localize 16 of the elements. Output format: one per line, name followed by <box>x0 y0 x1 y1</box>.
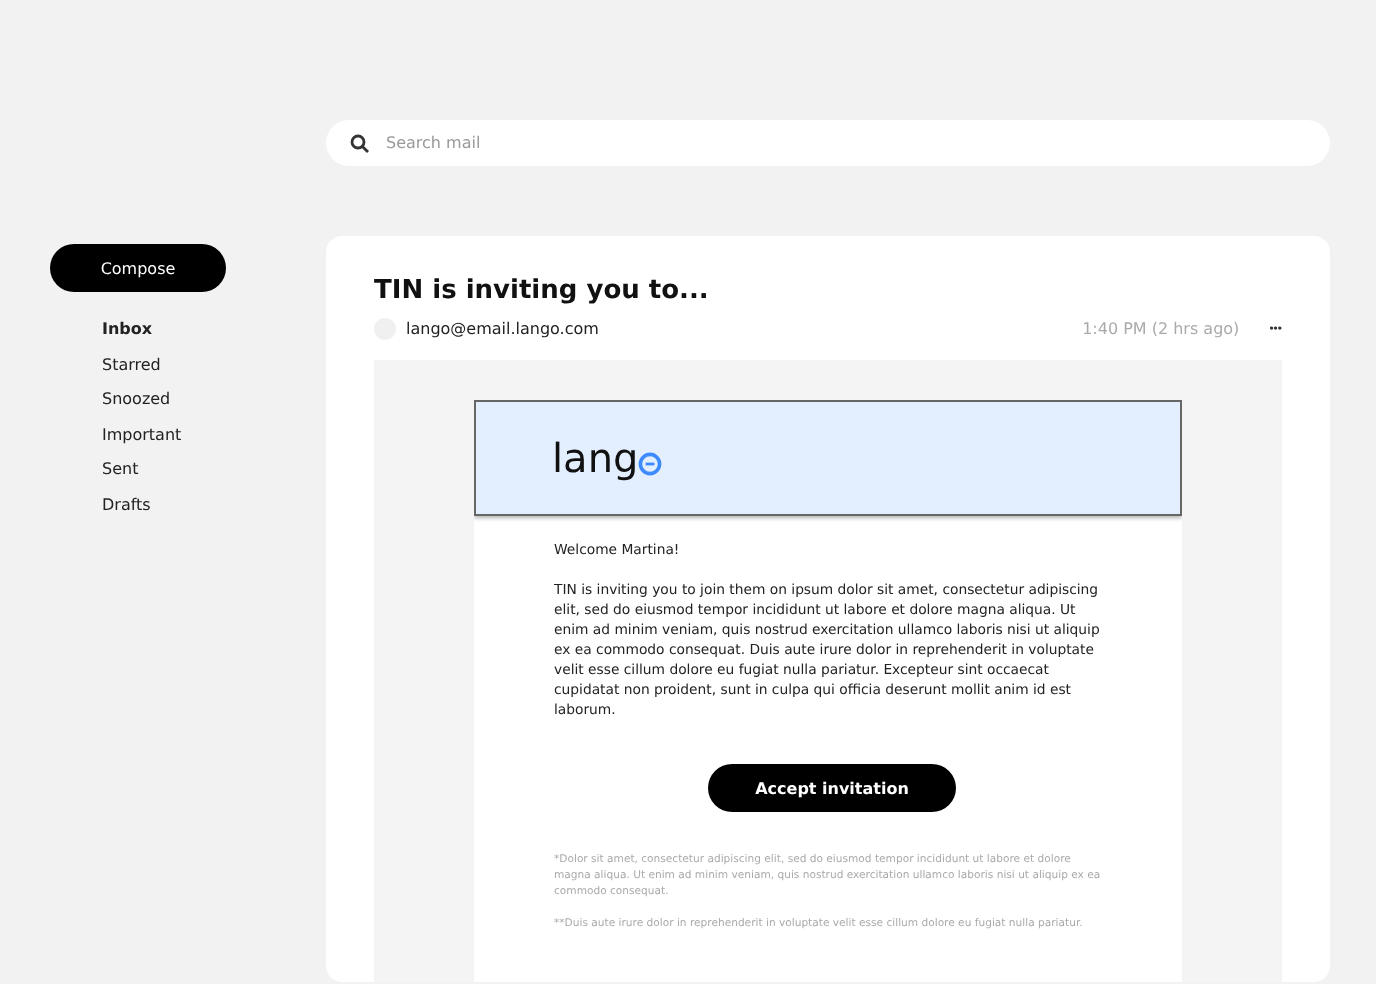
message-subject: TIN is inviting you to... <box>374 276 711 306</box>
message-time: 1:40 PM (2 hrs ago) <box>1082 320 1240 338</box>
search-icon <box>350 133 370 153</box>
search-input[interactable]: Search mail <box>382 132 1306 154</box>
nav-item[interactable]: Important <box>102 421 226 448</box>
compose-button[interactable]: Compose <box>50 244 226 292</box>
accept-button[interactable]: Accept invitation <box>707 764 957 812</box>
nav-item[interactable]: Sent <box>102 456 226 483</box>
nav-item[interactable]: Snoozed <box>102 386 226 413</box>
nav-item[interactable]: Starred <box>102 351 226 378</box>
sender-address: lango@email.lango.com <box>406 320 601 338</box>
logo-icon <box>638 451 663 475</box>
logo-text: lang <box>552 434 639 482</box>
search-field[interactable]: Search mail <box>326 120 1330 166</box>
nav-item[interactable]: Inbox <box>102 316 226 343</box>
nav-item[interactable]: Drafts <box>102 491 226 518</box>
